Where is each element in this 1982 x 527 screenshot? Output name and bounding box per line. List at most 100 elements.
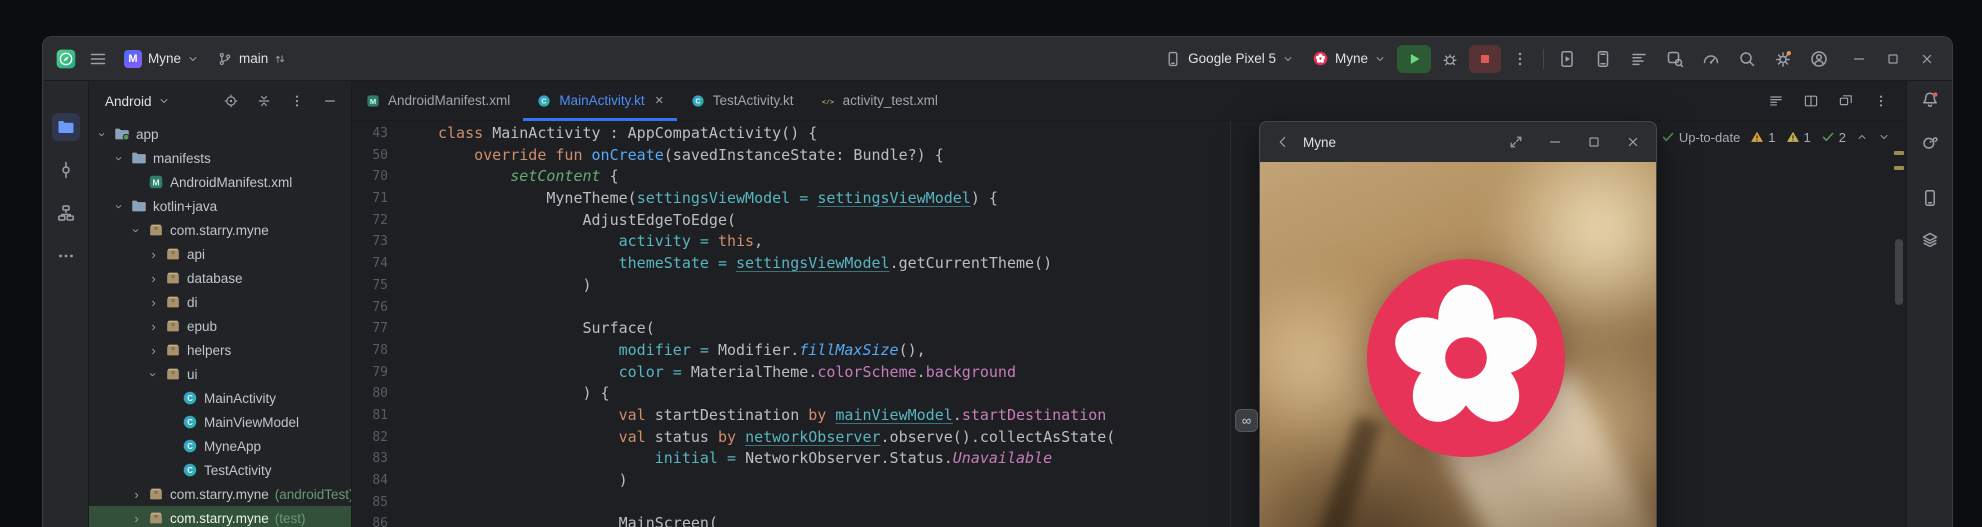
device-selector[interactable]: Google Pixel 5	[1157, 46, 1301, 72]
profiler-button[interactable]	[1696, 45, 1726, 73]
project-selector[interactable]: M Myne	[117, 46, 206, 72]
stop-button[interactable]	[1469, 45, 1501, 73]
commit-toolwindow-button[interactable]	[52, 156, 80, 184]
gradle-toolwindow-button[interactable]	[1916, 128, 1944, 156]
search-everywhere-button[interactable]	[1732, 45, 1762, 73]
tree-item-myneapp[interactable]: CMyneApp	[89, 434, 351, 458]
code-line[interactable]: 85	[352, 492, 1906, 514]
tree-item-helpers[interactable]: ›helpers	[89, 338, 351, 362]
code-line[interactable]: 82 val status by networkObserver.observe…	[352, 427, 1906, 449]
vcs-branch-selector[interactable]: main	[210, 47, 293, 71]
device-back-button[interactable]	[1272, 131, 1294, 153]
device-explorer-button[interactable]	[1916, 184, 1944, 212]
tree-chevron-icon[interactable]: ›	[129, 488, 144, 501]
tree-item-manifests[interactable]: ›manifests	[89, 146, 351, 170]
code-editor[interactable]: 43class MainActivity : AppCompatActivity…	[352, 121, 1906, 527]
editor-tab-testactivity-kt[interactable]: CTestActivity.kt	[677, 81, 807, 120]
notifications-button[interactable]	[1916, 86, 1944, 114]
device-maximize-button[interactable]	[1583, 131, 1605, 153]
profile-button[interactable]	[1804, 45, 1834, 73]
editor-tab-mainactivity-kt[interactable]: CMainActivity.kt✕	[523, 81, 676, 120]
tree-chevron-icon[interactable]: ›	[113, 199, 126, 214]
next-problem-icon[interactable]	[1878, 131, 1890, 143]
device-minimize-button[interactable]	[1544, 131, 1566, 153]
tree-chevron-icon[interactable]: ›	[146, 320, 161, 333]
logcat-button[interactable]	[1624, 45, 1654, 73]
minimize-window-button[interactable]	[1844, 45, 1874, 73]
code-line[interactable]: 78 modifier = Modifier.fillMaxSize(),	[352, 340, 1906, 362]
tree-item-mainactivity[interactable]: CMainActivity	[89, 386, 351, 410]
tree-item-api[interactable]: ›api	[89, 242, 351, 266]
code-line[interactable]: 75 )	[352, 275, 1906, 297]
project-toolwindow-button[interactable]	[52, 113, 80, 141]
tree-chevron-icon[interactable]: ›	[129, 512, 144, 525]
code-line[interactable]: 71 MyneTheme(settingsViewModel = setting…	[352, 188, 1906, 210]
collapse-all-button[interactable]	[253, 90, 275, 112]
tree-chevron-icon[interactable]: ›	[147, 367, 160, 382]
tree-item-mainviewmodel[interactable]: CMainViewModel	[89, 410, 351, 434]
device-screen[interactable]	[1260, 162, 1656, 527]
panel-options-button[interactable]	[286, 90, 308, 112]
code-line[interactable]: 86 MainScreen(	[352, 513, 1906, 527]
code-line[interactable]: 74 themeState = settingsViewModel.getCur…	[352, 253, 1906, 275]
tree-item-com-starry-myne[interactable]: ›com.starry.myne(androidTest)	[89, 482, 351, 506]
editor-tab-androidmanifest-xml[interactable]: MAndroidManifest.xml	[352, 81, 523, 120]
tree-chevron-icon[interactable]: ›	[146, 272, 161, 285]
code-line[interactable]: 84 )	[352, 470, 1906, 492]
project-view-selector[interactable]: Android	[101, 92, 174, 111]
tree-item-database[interactable]: ›database	[89, 266, 351, 290]
device-manager-button[interactable]	[1588, 45, 1618, 73]
tree-item-di[interactable]: ›di	[89, 290, 351, 314]
code-line[interactable]: 80 ) {	[352, 383, 1906, 405]
run-button[interactable]	[1397, 45, 1431, 73]
app-inspection-button[interactable]	[1660, 45, 1690, 73]
tree-chevron-icon[interactable]: ›	[146, 296, 161, 309]
editor-scrollbar[interactable]	[1895, 239, 1903, 305]
editor-tab-activity-test-xml[interactable]: </>activity_test.xml	[807, 81, 951, 120]
tree-chevron-icon[interactable]: ›	[130, 223, 143, 238]
resource-manager-button[interactable]	[1916, 226, 1944, 254]
code-line[interactable]: 81 val startDestination by mainViewModel…	[352, 405, 1906, 427]
tab-options-button[interactable]	[1870, 87, 1892, 115]
close-window-button[interactable]	[1912, 45, 1942, 73]
warning-stripe-mark[interactable]	[1894, 166, 1904, 170]
maximize-window-button[interactable]	[1878, 45, 1908, 73]
tree-item-epub[interactable]: ›epub	[89, 314, 351, 338]
more-run-actions-button[interactable]	[1505, 45, 1535, 73]
hide-panel-button[interactable]	[319, 90, 341, 112]
debug-button[interactable]	[1435, 45, 1465, 73]
inspections-widget[interactable]: Up-to-date 1 1 2	[1661, 125, 1890, 149]
detach-editor-button[interactable]	[1835, 87, 1857, 115]
tree-item-testactivity[interactable]: CTestActivity	[89, 458, 351, 482]
code-line[interactable]: 79 color = MaterialTheme.colorScheme.bac…	[352, 362, 1906, 384]
structure-toolwindow-button[interactable]	[52, 199, 80, 227]
tree-item-ui[interactable]: ›ui	[89, 362, 351, 386]
code-line[interactable]: 70 setContent {	[352, 166, 1906, 188]
code-line[interactable]: 77 Surface(	[352, 318, 1906, 340]
tree-item-com-starry-myne[interactable]: ›com.starry.myne	[89, 218, 351, 242]
main-menu-button[interactable]	[83, 45, 113, 73]
tree-chevron-icon[interactable]: ›	[146, 344, 161, 357]
split-editor-button[interactable]	[1800, 87, 1822, 115]
warning-stripe-mark[interactable]	[1894, 151, 1904, 155]
tree-chevron-icon[interactable]: ›	[96, 127, 109, 142]
weak-warning-badge[interactable]: 1	[1786, 130, 1811, 145]
device-window-titlebar[interactable]: Myne	[1260, 122, 1656, 162]
tree-item-kotlin-java[interactable]: ›kotlin+java	[89, 194, 351, 218]
tree-item-androidmanifest-xml[interactable]: MAndroidManifest.xml	[89, 170, 351, 194]
settings-button[interactable]	[1768, 45, 1798, 73]
warning-badge[interactable]: 1	[1750, 130, 1775, 145]
code-line[interactable]: 73 activity = this,	[352, 231, 1906, 253]
device-fullscreen-button[interactable]	[1505, 131, 1527, 153]
tree-item-com-starry-myne[interactable]: ›com.starry.myne(test)	[89, 506, 351, 527]
tree-chevron-icon[interactable]: ›	[146, 248, 161, 261]
close-tab-icon[interactable]: ✕	[655, 94, 664, 107]
editor-list-button[interactable]	[1765, 87, 1787, 115]
device-close-button[interactable]	[1622, 131, 1644, 153]
more-toolwindows-button[interactable]	[52, 242, 80, 270]
locate-file-button[interactable]	[220, 90, 242, 112]
code-line[interactable]: 83 initial = NetworkObserver.Status.Unav…	[352, 448, 1906, 470]
run-configuration-selector[interactable]: Myne	[1305, 46, 1393, 71]
passed-badge[interactable]: 2	[1821, 130, 1846, 145]
device-window-handle-icon[interactable]: ∞	[1235, 409, 1258, 432]
